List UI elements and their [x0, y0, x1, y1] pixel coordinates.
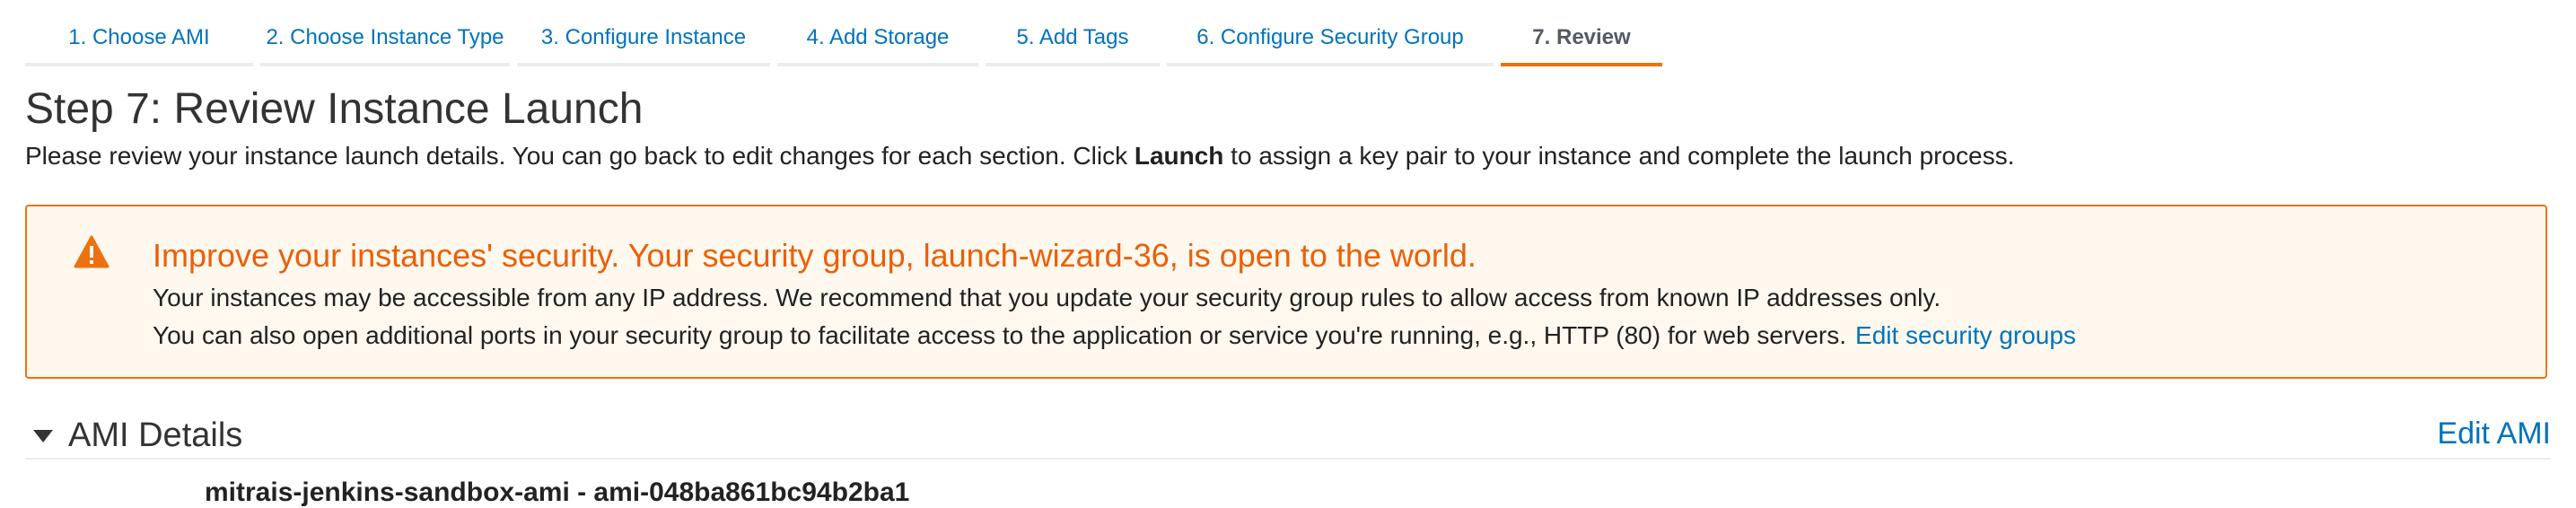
tab-add-storage[interactable]: 4. Add Storage	[777, 16, 978, 66]
intro-text-start: Please review your instance launch detai…	[25, 142, 1135, 170]
ami-details-title[interactable]: AMI Details	[68, 416, 242, 455]
page-title: Step 7: Review Instance Launch	[25, 85, 644, 133]
alert-message-line-2: You can also open additional ports in yo…	[153, 321, 2076, 350]
ami-details-header[interactable]: AMI Details Edit AMI	[25, 416, 2551, 460]
alert-message-line-2-text: You can also open additional ports in yo…	[153, 321, 1847, 349]
tab-add-tags[interactable]: 5. Add Tags	[986, 16, 1160, 66]
edit-ami-link[interactable]: Edit AMI	[2437, 416, 2551, 451]
tab-configure-security-group[interactable]: 6. Configure Security Group	[1167, 16, 1494, 66]
alert-title: Improve your instances' security. Your s…	[153, 237, 1476, 274]
edit-security-groups-link[interactable]: Edit security groups	[1855, 321, 2076, 349]
intro-text-end: to assign a key pair to your instance an…	[1223, 142, 2015, 170]
warning-triangle-icon	[74, 235, 110, 268]
tab-choose-instance-type[interactable]: 2. Choose Instance Type	[260, 16, 510, 66]
alert-message-line-1: Your instances may be accessible from an…	[153, 284, 1941, 311]
ami-name: mitrais-jenkins-sandbox-ami - ami-048ba8…	[205, 477, 910, 507]
tab-choose-ami[interactable]: 1. Choose AMI	[25, 16, 253, 66]
security-warning-alert: Improve your instances' security. Your s…	[25, 205, 2547, 379]
tab-configure-instance[interactable]: 3. Configure Instance	[517, 16, 770, 66]
intro-launch-keyword: Launch	[1134, 142, 1224, 170]
intro-text: Please review your instance launch detai…	[25, 142, 2014, 171]
caret-down-icon[interactable]	[32, 429, 54, 443]
tab-review[interactable]: 7. Review	[1501, 16, 1662, 66]
